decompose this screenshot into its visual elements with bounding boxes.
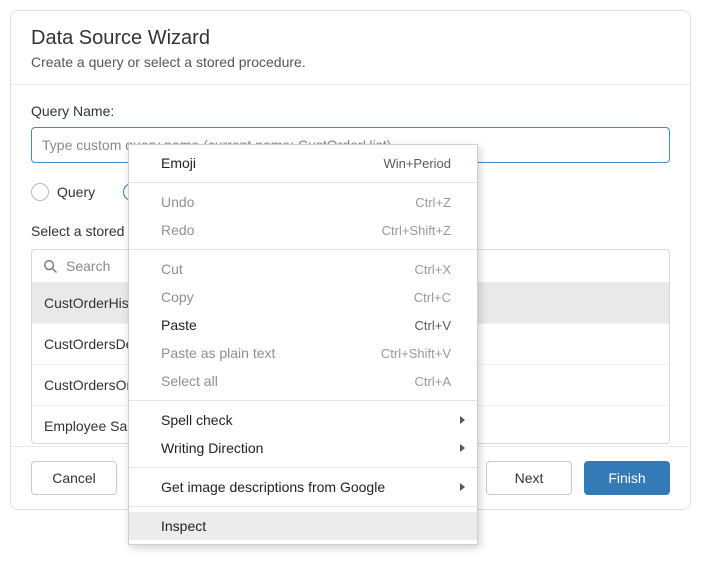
context-menu-item[interactable]: Spell check (129, 406, 477, 434)
dialog-subtitle: Create a query or select a stored proced… (31, 54, 670, 70)
context-menu[interactable]: EmojiWin+PeriodUndoCtrl+ZRedoCtrl+Shift+… (128, 144, 478, 545)
context-menu-accelerator: Ctrl+C (414, 290, 451, 305)
context-menu-label: Undo (161, 194, 415, 210)
context-menu-label: Select all (161, 373, 415, 389)
chevron-right-icon (460, 483, 465, 491)
context-menu-item[interactable]: PasteCtrl+V (129, 311, 477, 339)
context-menu-separator (129, 467, 477, 468)
context-menu-label: Get image descriptions from Google (161, 479, 451, 495)
context-menu-accelerator: Ctrl+Shift+Z (382, 223, 451, 238)
context-menu-accelerator: Ctrl+V (415, 318, 451, 333)
dialog-header: Data Source Wizard Create a query or sel… (11, 11, 690, 85)
radio-query-circle (31, 183, 49, 201)
chevron-right-icon (460, 416, 465, 424)
context-menu-item: RedoCtrl+Shift+Z (129, 216, 477, 244)
radio-query-label: Query (57, 184, 95, 200)
context-menu-item: Paste as plain textCtrl+Shift+V (129, 339, 477, 367)
cancel-button[interactable]: Cancel (31, 461, 117, 495)
context-menu-item: CutCtrl+X (129, 255, 477, 283)
context-menu-label: Writing Direction (161, 440, 451, 456)
context-menu-label: Emoji (161, 155, 383, 171)
next-button[interactable]: Next (486, 461, 572, 495)
context-menu-item: Select allCtrl+A (129, 367, 477, 395)
context-menu-label: Inspect (161, 518, 451, 534)
context-menu-accelerator: Ctrl+A (415, 374, 451, 389)
context-menu-label: Paste (161, 317, 415, 333)
context-menu-accelerator: Ctrl+Z (415, 195, 451, 210)
context-menu-separator (129, 182, 477, 183)
context-menu-separator (129, 249, 477, 250)
context-menu-separator (129, 506, 477, 507)
context-menu-accelerator: Win+Period (383, 156, 451, 171)
context-menu-item[interactable]: Get image descriptions from Google (129, 473, 477, 501)
context-menu-label: Copy (161, 289, 414, 305)
context-menu-label: Cut (161, 261, 415, 277)
context-menu-item[interactable]: EmojiWin+Period (129, 149, 477, 177)
finish-button[interactable]: Finish (584, 461, 670, 495)
context-menu-accelerator: Ctrl+X (415, 262, 451, 277)
radio-query[interactable]: Query (31, 183, 95, 201)
query-name-label: Query Name: (31, 103, 670, 119)
chevron-right-icon (460, 444, 465, 452)
context-menu-item: CopyCtrl+C (129, 283, 477, 311)
dialog-title: Data Source Wizard (31, 27, 670, 50)
context-menu-label: Redo (161, 222, 382, 238)
context-menu-separator (129, 400, 477, 401)
context-menu-accelerator: Ctrl+Shift+V (381, 346, 451, 361)
context-menu-item[interactable]: Inspect (129, 512, 477, 540)
context-menu-label: Spell check (161, 412, 451, 428)
context-menu-item[interactable]: Writing Direction (129, 434, 477, 462)
search-icon (42, 258, 58, 274)
context-menu-item: UndoCtrl+Z (129, 188, 477, 216)
context-menu-label: Paste as plain text (161, 345, 381, 361)
